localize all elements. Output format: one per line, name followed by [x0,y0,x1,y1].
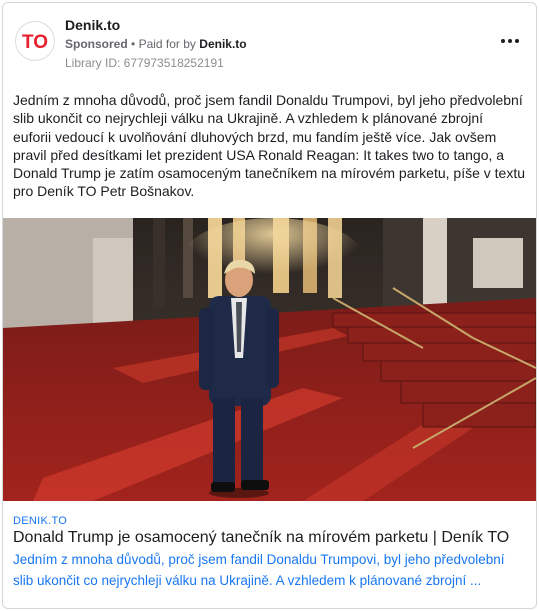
meta-separator: • [131,37,136,51]
link-title[interactable]: Donald Trump je osamocený tanečník na mí… [13,529,509,547]
sponsored-meta: Sponsored • Paid for by Denik.to [65,37,247,51]
ad-body-text: Jedním z mnoha důvodů, proč jsem fandil … [13,92,525,200]
paid-for-prefix: Paid for by [138,37,196,51]
ad-header: TO Denik.to Sponsored • Paid for by Deni… [13,11,526,71]
library-id: Library ID: 677973518252191 [65,56,224,70]
hero-photo [3,218,536,501]
link-domain[interactable]: DENIK.TO [13,515,67,527]
page-avatar[interactable]: TO [15,21,55,61]
more-options-icon[interactable] [498,31,522,51]
svg-text:TO: TO [22,32,48,53]
link-preview[interactable]: DENIK.TO Donald Trump je osamocený taneč… [3,501,536,608]
ad-card: TO Denik.to Sponsored • Paid for by Deni… [2,2,537,609]
page-name[interactable]: Denik.to [65,17,120,33]
link-description[interactable]: Jedním z mnoha důvodů, proč jsem fandil … [13,549,513,591]
ad-image[interactable] [3,218,536,501]
paid-for-by-name[interactable]: Denik.to [199,37,246,51]
sponsored-label: Sponsored [65,37,128,51]
denik-to-logo: TO [22,32,48,53]
